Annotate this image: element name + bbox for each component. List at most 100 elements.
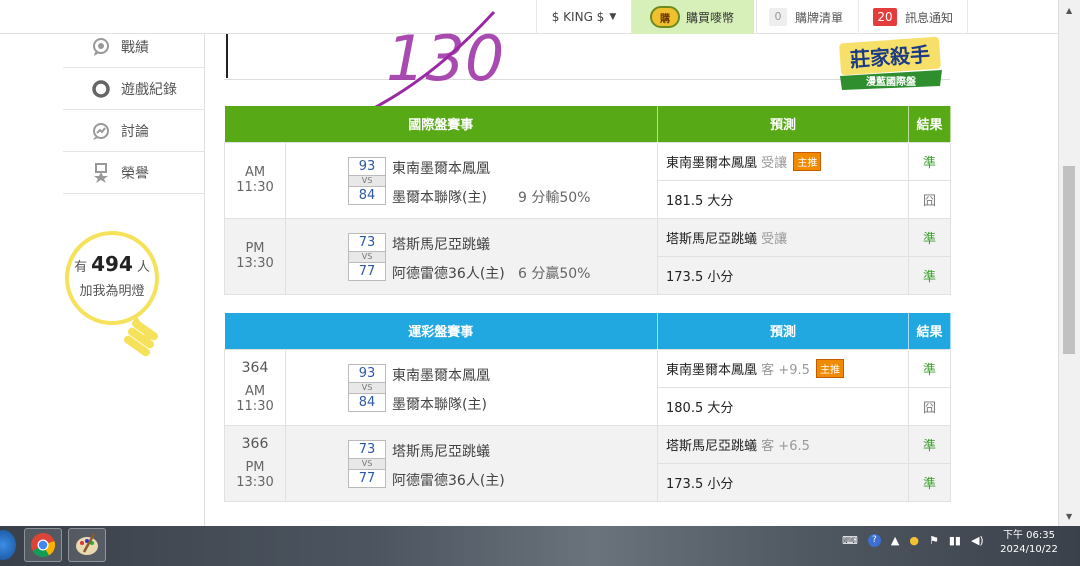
sidebar-item-label: 榮譽 xyxy=(121,165,149,182)
tray-expand-icon[interactable]: ▲ xyxy=(891,534,899,547)
header-prediction: 預測 xyxy=(657,106,910,142)
team1-score: 73 xyxy=(348,439,386,459)
vs-label: VS xyxy=(348,251,386,262)
notifications-label: 訊息通知 xyxy=(905,10,954,25)
result-cell: 準 xyxy=(908,424,952,464)
result-cell: 準 xyxy=(908,255,952,295)
match-cell: 93 VS 84 東南墨爾本鳳凰 墨爾本聯隊(主) 9 分輸50% xyxy=(284,141,659,219)
table-row: 364 AM 11:30 93 VS 84 東南墨爾本鳳凰 墨爾本聯隊(主) 東… xyxy=(224,348,952,426)
clock-date: 2024/10/22 xyxy=(1000,544,1058,555)
prediction-spread: 東南墨爾本鳳凰 受讓 主推 xyxy=(657,141,910,181)
start-button-icon[interactable] xyxy=(0,530,16,560)
help-icon[interactable]: ? xyxy=(867,534,881,547)
team2-score: 77 xyxy=(348,468,386,488)
discussion-icon xyxy=(91,121,111,141)
table-row: PM 13:30 73 VS 77 塔斯馬尼亞跳蟻 阿德雷德36人(主) 6 分… xyxy=(224,217,952,295)
featured-tag: 主推 xyxy=(793,151,822,171)
result-cell: 準 xyxy=(908,141,952,181)
game-time-cell: 364 AM 11:30 xyxy=(224,348,286,426)
cart-count-badge: 0 xyxy=(769,8,787,26)
prediction-total: 180.5 大分 xyxy=(657,386,910,426)
user-menu[interactable]: $ KING $ ▼ xyxy=(536,0,632,34)
sidebar-item-discussion[interactable]: 討論 xyxy=(63,110,205,152)
game-time: PM 13:30 xyxy=(224,217,286,295)
paint-taskbar-button[interactable] xyxy=(68,528,106,562)
paint-palette-icon xyxy=(76,533,98,555)
prediction-total: 173.5 小分 xyxy=(657,255,910,295)
header-prediction: 預測 xyxy=(657,313,910,349)
notifications-button[interactable]: 20 訊息通知 xyxy=(858,0,968,34)
sidebar-item-honor[interactable]: 榮譽 xyxy=(63,152,205,194)
team2-name: 阿德雷德36人(主) xyxy=(392,472,505,489)
match-cell: 73 VS 77 塔斯馬尼亞跳蟻 阿德雷德36人(主) xyxy=(284,424,659,502)
cart-button[interactable]: 0 購牌清單 xyxy=(756,0,858,34)
sidebar-item-record[interactable]: 戰績 xyxy=(63,26,205,68)
vertical-scrollbar[interactable]: ▲ ▼ xyxy=(1058,0,1080,526)
table-row: AM 11:30 93 VS 84 東南墨爾本鳳凰 墨爾本聯隊(主) 9 分輸5… xyxy=(224,141,952,219)
team2-score: 84 xyxy=(348,185,386,205)
coin-icon: 購 xyxy=(650,6,680,28)
chat-icon xyxy=(91,37,111,57)
header-match: 國際盤賽事 xyxy=(224,106,659,142)
prediction-total: 173.5 小分 xyxy=(657,462,910,502)
prediction-spread: 東南墨爾本鳳凰 客 +9.5 主推 xyxy=(657,348,910,388)
result-cell: 囧 xyxy=(908,386,952,426)
network-app-icon[interactable]: ● xyxy=(909,534,919,547)
game-time-cell: 366 PM 13:30 xyxy=(224,424,286,502)
keyboard-icon[interactable]: ⌨ xyxy=(842,534,858,547)
medal-icon xyxy=(91,162,111,183)
prediction-total: 181.5 大分 xyxy=(657,179,910,219)
team2-score: 84 xyxy=(348,392,386,412)
buy-coins-button[interactable]: 購 購買嘜幣 xyxy=(632,0,754,34)
team1-name: 東南墨爾本鳳凰 xyxy=(392,160,490,177)
flag-icon[interactable]: ⚑ xyxy=(929,534,939,547)
game-code: 364 xyxy=(241,360,269,376)
table-header-row: 國際盤賽事 預測 結果 xyxy=(224,106,952,142)
taskbar: ⌨ ? ▲ ● ⚑ ▮▮ ◀) 下午 06:35 2024/10/22 xyxy=(0,526,1080,566)
followers-count: 有 494 人 xyxy=(74,252,150,276)
team2-score: 77 xyxy=(348,261,386,281)
ring-icon xyxy=(91,79,111,99)
table-row: 366 PM 13:30 73 VS 77 塔斯馬尼亞跳蟻 阿德雷德36人(主)… xyxy=(224,424,952,502)
header-result: 結果 xyxy=(908,313,952,349)
scroll-down-icon[interactable]: ▼ xyxy=(1066,512,1072,521)
scroll-up-icon[interactable]: ▲ xyxy=(1066,6,1072,15)
featured-tag: 主推 xyxy=(816,358,845,378)
sidebar-item-game-log[interactable]: 遊戲紀錄 xyxy=(63,68,205,110)
scrollbar-thumb[interactable] xyxy=(1063,166,1075,354)
team2-name: 阿德雷德36人(主) xyxy=(392,265,505,282)
user-name: $ KING $ xyxy=(551,10,605,24)
system-tray: ⌨ ? ▲ ● ⚑ ▮▮ ◀) xyxy=(842,534,984,547)
game-time: AM 11:30 xyxy=(224,141,286,219)
team1-name: 東南墨爾本鳳凰 xyxy=(392,367,490,384)
prediction-spread: 塔斯馬尼亞跳蟻 受讓 xyxy=(657,217,910,257)
text-cursor xyxy=(226,34,228,78)
team1-score: 93 xyxy=(348,363,386,383)
volume-icon[interactable]: ◀) xyxy=(971,534,984,547)
sports-lottery-table: 運彩盤賽事 預測 結果 364 AM 11:30 93 VS 84 東南墨爾本鳳… xyxy=(224,313,952,502)
chrome-taskbar-button[interactable] xyxy=(24,528,62,562)
buy-coins-label: 購買嘜幣 xyxy=(686,10,735,25)
result-cell: 準 xyxy=(908,217,952,257)
game-time: AM 11:30 xyxy=(236,384,274,414)
cart-label: 購牌清單 xyxy=(795,10,844,25)
sidebar-item-label: 遊戲紀錄 xyxy=(121,81,177,98)
caret-down-icon: ▼ xyxy=(609,12,617,22)
team1-score: 93 xyxy=(348,156,386,176)
system-clock[interactable]: 下午 06:35 2024/10/22 xyxy=(994,529,1064,557)
followers-caption: 加我為明燈 xyxy=(79,284,145,299)
svg-text:漫藍國際盤: 漫藍國際盤 xyxy=(866,75,917,88)
prediction-spread: 塔斯馬尼亞跳蟻 客 +6.5 xyxy=(657,424,910,464)
match-cell: 93 VS 84 東南墨爾本鳳凰 墨爾本聯隊(主) xyxy=(284,348,659,426)
sidebar: 戰績 遊戲紀錄 討論 榮譽 有 494 人 加我為明燈 xyxy=(0,34,205,526)
vs-label: VS xyxy=(348,458,386,469)
banker-killer-logo: 莊家殺手 漫藍國際盤 xyxy=(839,36,942,90)
match-cell: 73 VS 77 塔斯馬尼亞跳蟻 阿德雷德36人(主) 6 分贏50% xyxy=(284,217,659,295)
sidebar-item-label: 討論 xyxy=(121,123,149,140)
vs-label: VS xyxy=(348,382,386,393)
signal-icon[interactable]: ▮▮ xyxy=(949,534,961,547)
result-cell: 囧 xyxy=(908,179,952,219)
result-cell: 準 xyxy=(908,348,952,388)
spread-note: 6 分贏50% xyxy=(518,265,591,282)
clock-time: 下午 06:35 xyxy=(1003,530,1055,541)
